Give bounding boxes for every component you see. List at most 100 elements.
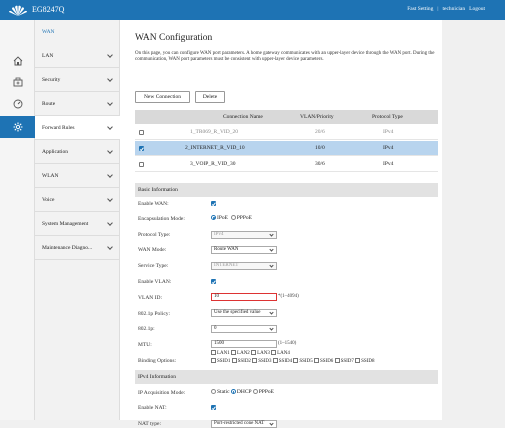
menu-label: Security	[42, 76, 61, 83]
nat-type-label: NAT type:	[138, 421, 161, 427]
policy-select[interactable]: Use the specified value	[211, 309, 277, 317]
cb-label: SSID8	[361, 359, 375, 364]
table-row-selected[interactable]: 2_INTERNET_R_VID_10 10/0 IPv4	[135, 141, 438, 156]
chevron-down-icon	[107, 219, 113, 226]
vlan-id-label: VLAN ID:	[138, 295, 162, 301]
enable-vlan-checkbox[interactable]	[211, 279, 216, 284]
row-vlan: 10/0	[315, 145, 325, 151]
menu-application[interactable]: Application	[35, 140, 120, 164]
protocol-type-select[interactable]: IPv4	[211, 231, 277, 239]
menu-label: Voice	[42, 196, 55, 203]
radio-label: PPPoE	[258, 389, 275, 395]
user-link[interactable]: technician	[443, 6, 466, 12]
row-vlan: 30/6	[315, 161, 325, 167]
priority-select[interactable]: 0	[211, 325, 277, 333]
nav-menu: WAN LAN Security Route Forward Rules App…	[35, 20, 120, 420]
ssid8-checkbox[interactable]	[355, 358, 361, 364]
cb-label: SSID2	[237, 359, 251, 364]
wan-mode-select[interactable]: Route WAN	[211, 246, 277, 254]
table-row[interactable]: 3_VOIP_R_VID_30 30/6 IPv4	[135, 157, 438, 172]
fast-setting-link[interactable]: Fast Setting	[407, 6, 433, 12]
chevron-down-icon	[107, 51, 113, 58]
ssid4-checkbox[interactable]	[272, 358, 278, 364]
lan1-checkbox[interactable]	[211, 350, 216, 356]
radio-dhcp[interactable]	[230, 389, 236, 395]
menu-wan[interactable]: WAN	[35, 20, 120, 44]
chevron-down-icon	[107, 75, 113, 82]
separator: |	[437, 6, 439, 12]
huawei-logo-icon	[9, 5, 27, 16]
menu-route[interactable]: Route	[35, 92, 120, 116]
menu-lan[interactable]: LAN	[35, 44, 120, 68]
binding-ssid-row: SSID1 SSID2 SSID3 SSID4 SSID5 SSID6 SSID…	[211, 358, 375, 366]
new-connection-button[interactable]: New Connection	[135, 91, 190, 103]
mtu-input[interactable]: 1500	[211, 340, 277, 348]
cb-label: LAN1	[217, 351, 230, 356]
binding-options: LAN1 LAN2 LAN3 LAN4 SSID1 SSID2 SSID3 SS…	[211, 350, 375, 366]
radio-static[interactable]	[211, 389, 216, 395]
nav-advanced[interactable]	[0, 116, 35, 138]
nav-status[interactable]	[0, 93, 35, 115]
lan2-checkbox[interactable]	[231, 350, 237, 356]
select-value: Use the specified value	[214, 310, 261, 315]
ssid5-checkbox[interactable]	[293, 358, 299, 364]
row-checkbox[interactable]	[139, 162, 144, 167]
nav-device[interactable]	[0, 71, 35, 93]
ssid6-checkbox[interactable]	[313, 358, 319, 364]
chevron-down-icon	[269, 247, 274, 252]
radio-ipoe[interactable]	[211, 215, 216, 221]
menu-wlan[interactable]: WLAN	[35, 164, 120, 188]
menu-system-management[interactable]: System Management	[35, 212, 120, 236]
vlan-id-input[interactable]: 10	[211, 293, 277, 301]
chevron-down-icon	[107, 243, 113, 250]
cb-label: SSID7	[340, 359, 354, 364]
icon-sidebar	[0, 20, 35, 420]
ssid1-checkbox[interactable]	[211, 358, 216, 364]
logout-link[interactable]: Logout	[469, 6, 485, 12]
priority-label: 802.1p:	[138, 326, 155, 332]
radio-pppoe[interactable]	[230, 215, 236, 221]
col-vlan-priority: VLAN/Priority	[300, 114, 334, 120]
chevron-down-icon	[269, 421, 274, 426]
service-type-select[interactable]: INTERNET	[211, 262, 277, 270]
enable-wan-checkbox[interactable]	[211, 201, 216, 206]
encapsulation-options: IPoE PPPoE	[211, 215, 252, 221]
row-checkbox[interactable]	[139, 146, 144, 151]
cb-label: SSID3	[258, 359, 272, 364]
page-title: WAN Configuration	[135, 33, 213, 43]
protocol-type-label: Protocol Type:	[138, 232, 171, 238]
ssid3-checkbox[interactable]	[252, 358, 258, 364]
radio-pppoe-ipv4[interactable]	[252, 389, 258, 395]
ssid2-checkbox[interactable]	[231, 358, 237, 364]
enable-nat-label: Enable NAT:	[138, 405, 167, 411]
chevron-down-icon	[107, 171, 113, 178]
top-links: Fast Setting | technician Logout	[407, 6, 485, 12]
nat-type-select[interactable]: Port-restricted cone NAT	[211, 420, 277, 428]
menu-label: WAN	[42, 29, 55, 35]
menu-maintenance[interactable]: Maintenance Diagno...	[35, 236, 120, 260]
lan3-checkbox[interactable]	[251, 350, 257, 356]
menu-forward-rules[interactable]: Forward Rules	[35, 116, 120, 140]
chevron-down-icon	[269, 263, 274, 268]
ip-acquisition-options: Static DHCP PPPoE	[211, 389, 274, 395]
menu-voice[interactable]: Voice	[35, 188, 120, 212]
row-name: 2_INTERNET_R_VID_10	[185, 145, 245, 151]
cb-label: SSID5	[299, 359, 313, 364]
chevron-down-icon	[107, 195, 113, 202]
ssid7-checkbox[interactable]	[334, 358, 340, 364]
row-checkbox[interactable]	[139, 130, 144, 135]
table-row[interactable]: 1_TR069_R_VID_20 20/6 IPv4	[135, 125, 438, 140]
menu-label: System Management	[42, 220, 89, 227]
delete-button[interactable]: Delete	[195, 91, 225, 103]
lan4-checkbox[interactable]	[271, 350, 277, 356]
cb-label: SSID6	[319, 359, 334, 364]
service-type-label: Service Type:	[138, 263, 169, 269]
menu-label: Application	[42, 148, 68, 155]
menu-label: Forward Rules	[42, 124, 75, 131]
menu-security[interactable]: Security	[35, 68, 120, 92]
row-proto: IPv4	[383, 161, 394, 167]
nav-home[interactable]	[0, 50, 35, 72]
enable-nat-checkbox[interactable]	[211, 405, 216, 410]
cb-label: SSID1	[217, 359, 231, 364]
select-value: IPv4	[214, 232, 224, 237]
